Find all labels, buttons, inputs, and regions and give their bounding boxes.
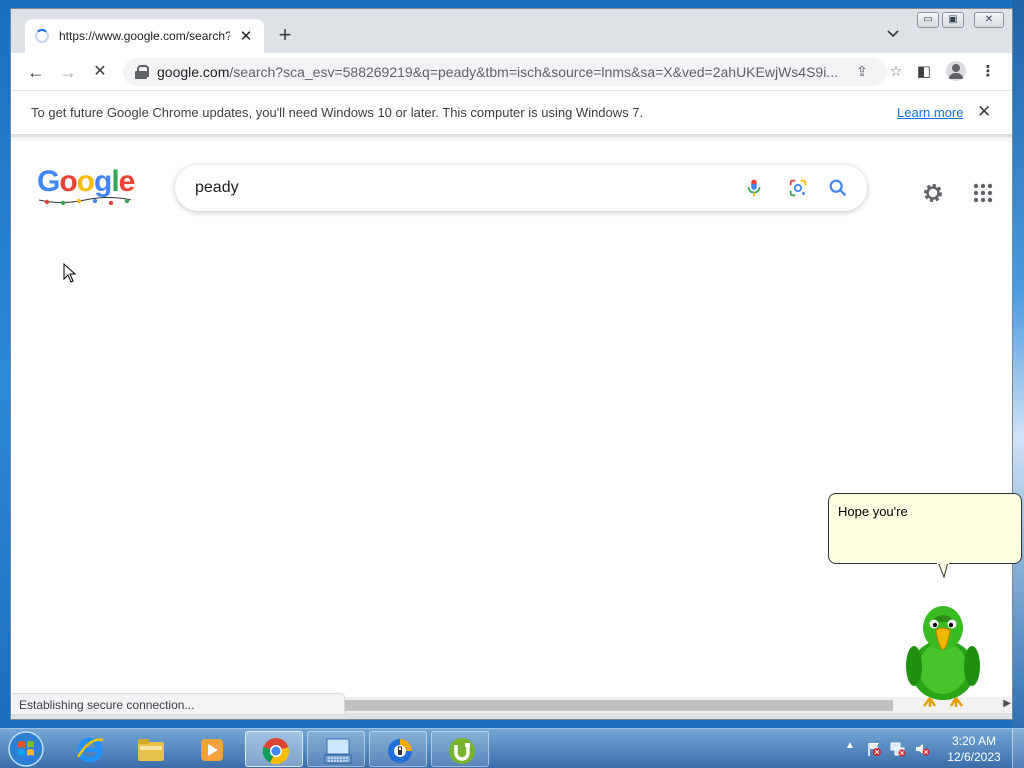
windows-taskbar: ▲ 3:20 AM 12/6/2023 <box>0 728 1024 768</box>
side-panel-icon[interactable]: ◧ <box>913 61 935 83</box>
google-logo[interactable]: Google <box>37 165 136 199</box>
infobar-close-icon[interactable]: ✕ <box>977 102 991 122</box>
profile-button[interactable] <box>945 61 967 88</box>
secure-browser-icon <box>388 739 412 763</box>
media-player-icon <box>201 739 223 761</box>
browser-tab[interactable]: https://www.google.com/search? ✕ <box>25 19 264 53</box>
logo-letter: G <box>37 165 60 198</box>
microphone-icon[interactable] <box>743 177 765 199</box>
logo-letter: l <box>111 165 119 198</box>
loading-spinner-icon <box>35 29 49 43</box>
url-path: /search?sca_esv=588269219&q=peady&tbm=is… <box>229 64 837 80</box>
keyboard-icon <box>324 738 352 764</box>
tab-title: https://www.google.com/search? <box>59 29 231 43</box>
lock-icon[interactable] <box>135 65 149 79</box>
google-apps-icon[interactable] <box>973 183 993 203</box>
assistant-speech-bubble: Hope you're <box>828 493 1022 564</box>
new-tab-button[interactable]: + <box>275 23 295 47</box>
url-text[interactable]: google.com/search?sca_esv=588269219&q=pe… <box>157 64 837 80</box>
avatar-icon <box>946 61 966 81</box>
tab-close-icon[interactable]: ✕ <box>238 27 254 45</box>
show-hidden-icons-button[interactable]: ▲ <box>845 740 855 751</box>
action-center-flag-icon[interactable] <box>866 741 882 757</box>
maximize-button[interactable]: ▣ <box>942 12 964 28</box>
start-button-icon[interactable] <box>6 730 46 768</box>
internet-explorer-icon <box>76 737 104 763</box>
search-box[interactable] <box>175 165 867 211</box>
scrollbar-thumb[interactable] <box>345 700 893 711</box>
taskbar-media-player[interactable] <box>182 731 240 767</box>
system-clock[interactable]: 3:20 AM 12/6/2023 <box>944 733 1004 765</box>
tab-search-button[interactable] <box>887 27 899 41</box>
taskbar-chrome[interactable] <box>245 731 303 767</box>
volume-muted-icon[interactable] <box>914 741 930 757</box>
doodle-lights-decoration <box>38 197 132 205</box>
logo-letter: o <box>59 165 77 198</box>
update-infobar: To get future Google Chrome updates, you… <box>11 91 1012 135</box>
logo-letter: g <box>94 165 112 198</box>
infobar-message: To get future Google Chrome updates, you… <box>31 105 644 120</box>
logo-letter: o <box>76 165 95 198</box>
status-bubble: Establishing secure connection... <box>11 693 345 715</box>
network-icon[interactable] <box>890 741 906 757</box>
speech-bubble-tail <box>937 562 949 578</box>
bookmark-star-icon[interactable]: ☆ <box>887 63 905 80</box>
logo-letter: e <box>118 165 136 198</box>
gear-icon[interactable] <box>921 181 945 205</box>
browser-toolbar: ← → ✕ google.com/search?sca_esv=58826921… <box>11 53 1012 91</box>
forward-button[interactable]: → <box>55 59 81 85</box>
taskbar-internet-explorer[interactable] <box>60 731 118 767</box>
chrome-icon <box>262 738 290 765</box>
tab-strip: https://www.google.com/search? ✕ + ▭ ▣ ✕ <box>11 9 1012 53</box>
clock-time: 3:20 AM <box>951 734 997 748</box>
folder-icon <box>138 739 164 761</box>
page-shadow <box>11 137 1012 143</box>
share-icon[interactable]: ⇪ <box>853 63 871 80</box>
chrome-window: https://www.google.com/search? ✕ + ▭ ▣ ✕… <box>10 8 1013 720</box>
back-button[interactable]: ← <box>23 59 49 85</box>
stop-loading-button[interactable]: ✕ <box>87 59 113 85</box>
search-icon[interactable] <box>827 177 849 199</box>
taskbar-avast-secure-browser[interactable] <box>369 731 427 767</box>
mouse-cursor-icon <box>63 263 77 283</box>
chevron-down-icon <box>887 30 899 38</box>
utorrent-icon <box>449 738 475 764</box>
learn-more-link[interactable]: Learn more <box>897 105 963 120</box>
web-page: Google <box>11 137 1012 697</box>
minimize-button[interactable]: ▭ <box>917 12 939 28</box>
search-input[interactable] <box>195 179 715 197</box>
taskbar-on-screen-keyboard[interactable] <box>307 731 365 767</box>
show-desktop-button[interactable] <box>1012 729 1024 768</box>
clock-date: 12/6/2023 <box>947 750 1001 764</box>
parrot-assistant-icon[interactable] <box>900 600 986 710</box>
google-lens-icon[interactable] <box>787 177 809 199</box>
scroll-right-arrow-icon[interactable]: ▶ <box>1003 698 1011 709</box>
taskbar-utorrent[interactable] <box>431 731 489 767</box>
close-window-button[interactable]: ✕ <box>974 12 1004 28</box>
url-host: google.com <box>157 64 230 80</box>
chrome-menu-icon[interactable]: ⋮ <box>977 61 999 83</box>
address-bar[interactable]: google.com/search?sca_esv=588269219&q=pe… <box>123 58 902 86</box>
taskbar-file-explorer[interactable] <box>121 731 179 767</box>
desktop-background <box>1012 0 1024 728</box>
